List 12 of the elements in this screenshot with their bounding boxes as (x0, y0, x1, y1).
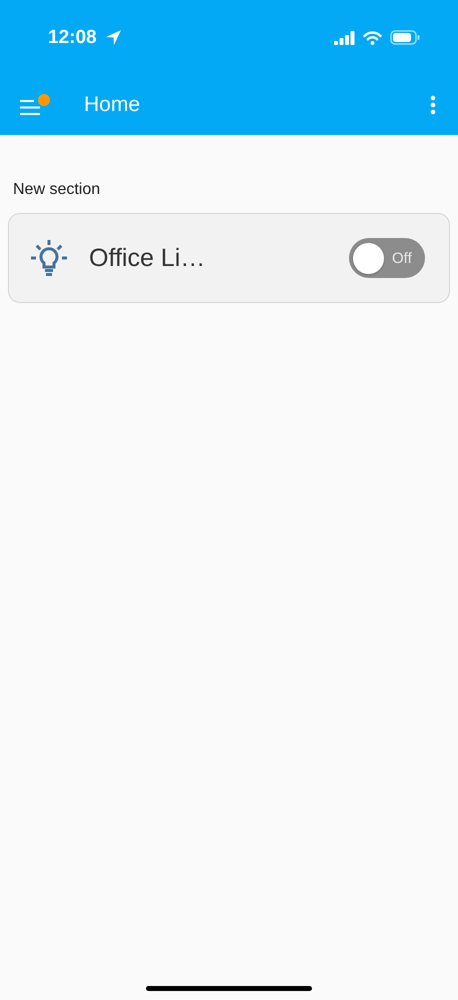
section-title: New section (12, 181, 102, 200)
battery-icon (390, 30, 420, 45)
status-time: 12:08 (48, 26, 97, 48)
entity-name: Office Li… (89, 244, 206, 272)
signal-icon (334, 30, 355, 44)
location-arrow-icon (104, 29, 122, 46)
toggle-switch[interactable]: Off (349, 238, 425, 278)
menu-icon[interactable] (20, 100, 40, 114)
toggle-label: Off (392, 250, 412, 266)
page-title: Home (84, 93, 142, 117)
lightbulb-icon (29, 238, 69, 278)
wifi-icon (363, 30, 382, 44)
